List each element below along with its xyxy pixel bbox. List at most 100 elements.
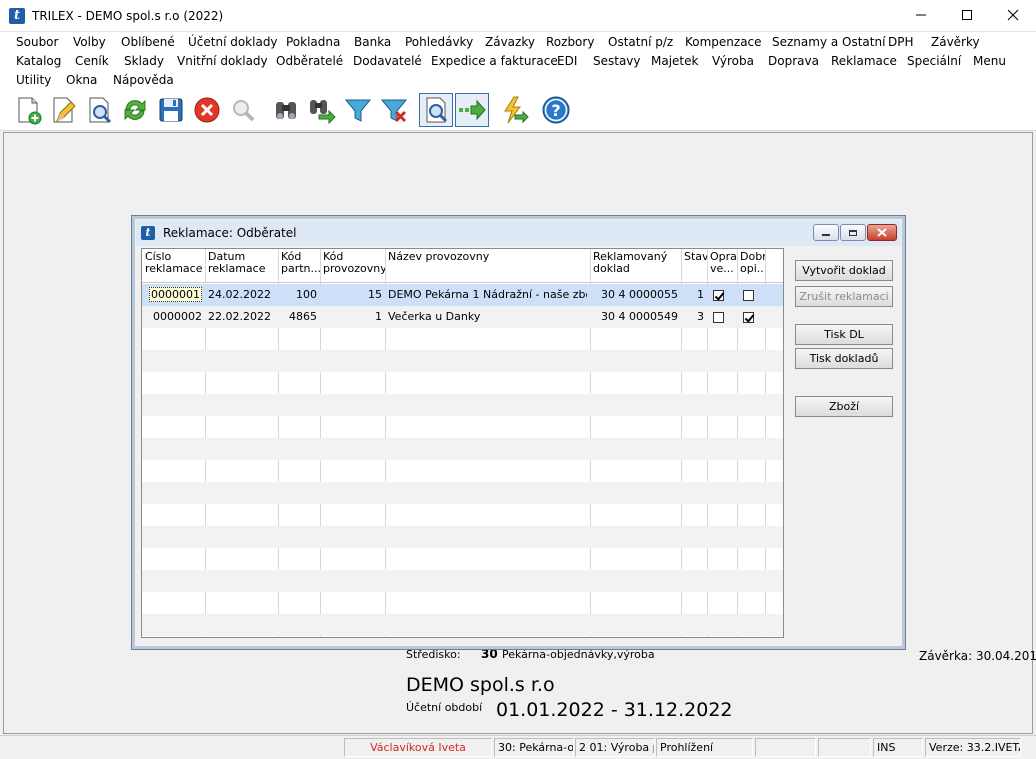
table-row[interactable] — [142, 460, 783, 482]
menu-item-ostatní-p-z[interactable]: Ostatní p/z — [608, 33, 673, 52]
column-header[interactable]: Kód provozovny — [320, 251, 385, 275]
table-row[interactable] — [142, 548, 783, 570]
oprava-checkbox[interactable] — [713, 289, 724, 301]
reklamace-table[interactable]: Číslo reklamace Datum reklamace Kód partn... K… — [141, 248, 784, 638]
view-document-button[interactable] — [82, 93, 116, 127]
column-header[interactable]: Opra ve... — [707, 251, 737, 275]
filter-clear-button[interactable] — [377, 93, 411, 127]
menu-item-rozbory[interactable]: Rozbory — [546, 33, 594, 52]
edit-document-button[interactable] — [46, 93, 80, 127]
new-document-button[interactable] — [11, 93, 45, 127]
menu-item-katalog[interactable]: Katalog — [16, 52, 61, 71]
cancel-complaint-button[interactable]: Zrušit reklamaci — [795, 286, 893, 307]
go-button[interactable] — [455, 93, 489, 127]
print-documents-button[interactable]: Tisk dokladů — [795, 348, 893, 369]
filter-clear-icon — [380, 99, 408, 123]
column-header[interactable]: Dobr opi... — [737, 251, 765, 275]
column-header-line2: doklad — [593, 262, 630, 275]
table-row[interactable]: 0000001 24.02.2022 100 15 DEMO Pekárna 1 Nád… — [142, 284, 783, 306]
menu-item-závazky[interactable]: Závazky — [485, 33, 535, 52]
menu-item-banka[interactable]: Banka — [354, 33, 391, 52]
dialog-restore-button[interactable] — [840, 224, 866, 241]
save-button[interactable] — [154, 93, 188, 127]
menu-item-soubor[interactable]: Soubor — [16, 33, 58, 52]
search-button[interactable] — [226, 93, 260, 127]
dialog-close-button[interactable] — [867, 224, 897, 241]
column-header[interactable]: Stav — [681, 251, 707, 263]
preview-button[interactable] — [419, 93, 453, 127]
refresh-button[interactable] — [118, 93, 152, 127]
menu-item-doprava[interactable]: Doprava — [768, 52, 819, 71]
cell-dobropis — [743, 306, 759, 328]
create-document-button[interactable]: Vytvořit doklad — [795, 260, 893, 281]
table-row[interactable] — [142, 438, 783, 460]
help-button[interactable]: ? — [539, 93, 573, 127]
menu-item-speciální[interactable]: Speciální — [907, 52, 961, 71]
oprava-checkbox[interactable] — [713, 311, 724, 323]
goods-button[interactable]: Zboží — [795, 396, 893, 417]
filter-button[interactable] — [341, 93, 375, 127]
table-row[interactable] — [142, 328, 783, 350]
column-header[interactable]: Číslo reklamace — [142, 251, 205, 275]
menu-item-ceník[interactable]: Ceník — [75, 52, 109, 71]
column-header[interactable]: Datum reklamace — [205, 251, 278, 275]
menu-item-pohledávky[interactable]: Pohledávky — [405, 33, 473, 52]
column-header-line1: Stav — [684, 251, 707, 263]
table-row[interactable]: 0000002 22.02.2022 4865 1 Večerka u Danky 30 … — [142, 306, 783, 328]
menu-item-účetní-doklady[interactable]: Účetní doklady — [188, 33, 278, 52]
table-row[interactable] — [142, 614, 783, 636]
table-row[interactable] — [142, 482, 783, 504]
menu-item-odběratelé[interactable]: Odběratelé — [276, 52, 343, 71]
table-row[interactable] — [142, 372, 783, 394]
cell-stav-value: 1 — [697, 288, 704, 301]
find-next-button[interactable] — [305, 93, 339, 127]
cell-stav: 3 — [684, 306, 704, 328]
table-row[interactable] — [142, 592, 783, 614]
column-header[interactable]: Reklamovaný doklad — [590, 251, 681, 275]
menu-item-sklady[interactable]: Sklady — [124, 52, 164, 71]
cell-cislo: 0000001 — [145, 284, 202, 306]
menu-item-výroba[interactable]: Výroba — [712, 52, 754, 71]
menu-item-edi[interactable]: EDI — [557, 52, 577, 71]
menu-item-vnitřní-doklady[interactable]: Vnitřní doklady — [177, 52, 268, 71]
print-dl-button[interactable]: Tisk DL — [795, 324, 893, 345]
table-row[interactable] — [142, 416, 783, 438]
dialog-minimize-button[interactable] — [813, 224, 839, 241]
maximize-button[interactable] — [944, 0, 990, 30]
menu-item-reklamace[interactable]: Reklamace — [831, 52, 897, 71]
menu-bar: Soubor Volby Oblíbené Účetní doklady Pokladn… — [0, 32, 1036, 91]
minimize-button[interactable] — [898, 0, 944, 30]
app-icon: t — [9, 7, 25, 24]
lightning-button[interactable] — [497, 93, 531, 127]
find-button[interactable] — [269, 93, 303, 127]
dialog-title-bar[interactable]: t Reklamace: Odběratel — [136, 220, 901, 246]
menu-item-menu[interactable]: Menu — [973, 52, 1006, 71]
close-button[interactable] — [990, 0, 1036, 30]
column-header[interactable]: Název provozovny — [385, 251, 590, 263]
menu-item-volby[interactable]: Volby — [73, 33, 106, 52]
table-row[interactable] — [142, 504, 783, 526]
dobropis-checkbox[interactable] — [743, 311, 754, 323]
menu-item-utility[interactable]: Utility — [16, 71, 51, 90]
menu-item-nápověda[interactable]: Nápověda — [113, 71, 174, 90]
delete-button[interactable] — [190, 93, 224, 127]
menu-item-dodavatelé[interactable]: Dodavatelé — [353, 52, 422, 71]
menu-item-pokladna[interactable]: Pokladna — [286, 33, 340, 52]
menu-item-seznamy-a-ostatní[interactable]: Seznamy a Ostatní — [772, 33, 885, 52]
menu-item-expedice-a-fakturace[interactable]: Expedice a fakturace — [431, 52, 558, 71]
table-row[interactable] — [142, 394, 783, 416]
table-row[interactable] — [142, 350, 783, 372]
company-name: DEMO spol.s r.o — [406, 674, 555, 696]
menu-item-kompenzace[interactable]: Kompenzace — [685, 33, 762, 52]
menu-item-oblíbené[interactable]: Oblíbené — [121, 33, 175, 52]
menu-item-sestavy[interactable]: Sestavy — [593, 52, 641, 71]
menu-item-závěrky[interactable]: Závěrky — [931, 33, 980, 52]
menu-item-dph[interactable]: DPH — [888, 33, 914, 52]
table-row[interactable] — [142, 570, 783, 592]
menu-item-okna[interactable]: Okna — [66, 71, 97, 90]
menu-item-majetek[interactable]: Majetek — [651, 52, 698, 71]
table-row[interactable] — [142, 526, 783, 548]
save-icon — [159, 98, 183, 122]
dobropis-checkbox[interactable] — [743, 289, 754, 301]
column-header[interactable]: Kód partn... — [278, 251, 320, 275]
